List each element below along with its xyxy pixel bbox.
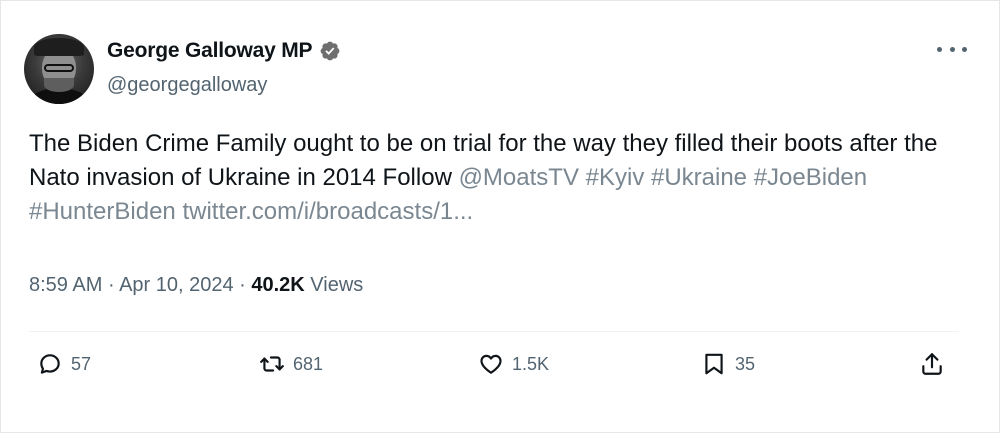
more-dot bbox=[962, 46, 967, 52]
more-icon[interactable] bbox=[937, 39, 967, 59]
heart-icon bbox=[480, 354, 502, 374]
tweet-date[interactable]: Apr 10, 2024 bbox=[119, 274, 234, 296]
reply-icon bbox=[40, 354, 60, 374]
divider bbox=[29, 331, 959, 332]
avatar[interactable] bbox=[24, 34, 94, 104]
bookmark-button[interactable]: 35 bbox=[701, 351, 755, 377]
repost-icon bbox=[260, 356, 284, 372]
tweet-time[interactable]: 8:59 AM bbox=[29, 274, 102, 296]
more-dot bbox=[949, 46, 955, 52]
like-count: 1.5K bbox=[512, 353, 550, 374]
avatar-hat-shape bbox=[34, 38, 84, 56]
mention-link[interactable]: @MoatsTV bbox=[459, 164, 579, 191]
share-button[interactable] bbox=[919, 351, 945, 377]
reply-count: 57 bbox=[71, 353, 92, 374]
author-name-row: George Galloway MP bbox=[107, 39, 341, 63]
author-name[interactable]: George Galloway MP bbox=[107, 39, 312, 63]
bookmark-icon bbox=[705, 353, 723, 375]
repost-button[interactable]: 681 bbox=[259, 351, 323, 377]
hashtag-link[interactable]: #JoeBiden bbox=[754, 164, 867, 191]
tweet-card: George Galloway MP @georgegalloway The B… bbox=[0, 0, 1000, 433]
share-icon bbox=[922, 353, 942, 375]
hashtag-link[interactable]: #Kyiv bbox=[586, 164, 645, 191]
meta-separator: · bbox=[102, 274, 120, 296]
meta-separator: · bbox=[233, 274, 252, 296]
action-bar: 57 681 1.5K 35 bbox=[1, 351, 1000, 391]
like-button[interactable]: 1.5K bbox=[478, 351, 549, 377]
views-count: 40.2K bbox=[251, 274, 305, 296]
avatar-glasses-shape bbox=[44, 64, 74, 72]
url-link[interactable]: twitter.com/i/broadcasts/1... bbox=[182, 198, 473, 225]
bookmark-count: 35 bbox=[735, 353, 756, 374]
repost-count: 681 bbox=[293, 353, 324, 374]
views-label: Views bbox=[304, 274, 364, 296]
author-handle[interactable]: @georgegalloway bbox=[107, 74, 267, 97]
hashtag-link[interactable]: #Ukraine bbox=[651, 164, 747, 191]
avatar-beard-shape bbox=[44, 78, 74, 92]
reply-button[interactable]: 57 bbox=[37, 351, 91, 377]
more-dot bbox=[937, 46, 942, 52]
hashtag-link[interactable]: #HunterBiden bbox=[29, 198, 176, 225]
tweet-meta: 8:59 AM · Apr 10, 2024 · 40.2K Views bbox=[29, 274, 363, 297]
verified-badge-icon bbox=[320, 41, 340, 61]
tweet-text: The Biden Crime Family ought to be on tr… bbox=[29, 127, 979, 229]
